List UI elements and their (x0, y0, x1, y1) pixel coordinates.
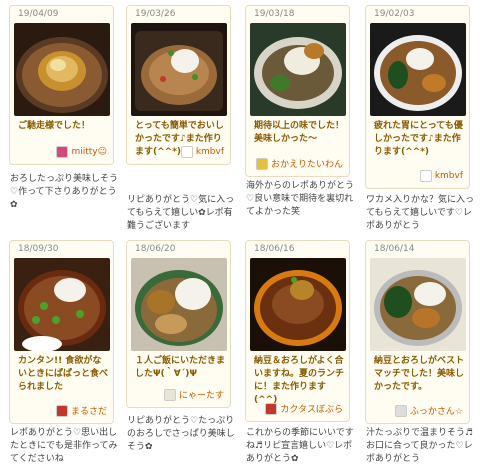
card-date: 19/02/03 (374, 9, 415, 19)
tsukurepo-grid: 19/04/09 ご馳走様でした！ miitty☺ おろしたっぷり美味しそう♡作… (0, 0, 480, 465)
dish-photo[interactable] (131, 258, 227, 351)
card-date: 18/06/14 (374, 244, 415, 254)
author-reply: レポありがとう♡思い出したときにでも是非作ってみてくださいね (10, 428, 118, 464)
tsukurepo-card[interactable]: 18/06/14 納豆とおろしがベストマッチでした！美味しかったです。 ふっかさ… (365, 240, 470, 424)
user-avatar-icon (55, 404, 68, 417)
author-link[interactable]: kmbvf (419, 170, 463, 182)
dish-photo[interactable] (370, 258, 466, 351)
dish-photo[interactable] (250, 23, 346, 116)
author-link[interactable]: にゃーたす (163, 388, 224, 401)
author-name: ふっかさん☆ (409, 407, 463, 417)
author-reply: リピありがとう♡たっぷりのおろしでさっぱり美味しそう✿ (127, 416, 235, 452)
card-comment: カンタン!! 食欲がないときにぱぱっと食べられました (18, 356, 109, 392)
author-reply: ワカメ入りかな？気に入ってもらえて嬉しいです♡レポありがとう (366, 195, 475, 231)
author-reply: リピありがとう♡気に入ってもらえて嬉しい✿レポ有難うございます (127, 195, 235, 231)
user-avatar-icon (163, 388, 176, 401)
author-link[interactable]: カクタスぼぶら (265, 402, 343, 415)
author-name: kmbvf (195, 147, 224, 157)
author-name: にゃーたす (178, 391, 224, 401)
card-date: 19/03/26 (135, 9, 176, 19)
author-link[interactable]: まるさだ (55, 404, 107, 417)
card-comment: 納豆＆おろしがよく合いますね。夏のランチに！また作ります(^^) (254, 356, 345, 405)
author-link[interactable]: kmbvf (180, 146, 224, 158)
user-avatar-icon (394, 404, 407, 417)
author-name: まるさだ (70, 407, 107, 417)
dish-photo[interactable] (131, 23, 227, 116)
user-avatar-icon (419, 170, 432, 182)
card-comment: １人ご飯にいただきましたΨ(｀∀´)Ψ (135, 356, 226, 379)
card-comment: ご馳走様でした！ (18, 121, 91, 131)
author-reply: 海外からのレポありがとう♡良い意味で期待を裏切れてよかった笑 (246, 181, 355, 217)
user-avatar-icon (265, 402, 278, 415)
author-link[interactable]: miitty☺ (56, 146, 107, 158)
dish-photo[interactable] (250, 258, 346, 351)
author-name: kmbvf (434, 171, 463, 181)
tsukurepo-card[interactable]: 19/04/09 ご馳走様でした！ miitty☺ (9, 5, 114, 165)
user-avatar-icon (180, 146, 193, 158)
card-comment: 期待以上の味でした！美味しかった〜 (254, 121, 345, 144)
tsukurepo-card[interactable]: 18/06/16 納豆＆おろしがよく合いますね。夏のランチに！また作ります(^^… (245, 240, 350, 422)
card-date: 18/06/20 (135, 244, 176, 254)
author-reply: おろしたっぷり美味しそう♡作って下さりありがとう✿ (10, 174, 119, 210)
author-name: miitty☺ (71, 147, 107, 157)
tsukurepo-card[interactable]: 18/06/20 １人ご飯にいただきましたΨ(｀∀´)Ψ にゃーたす (126, 240, 231, 408)
tsukurepo-card[interactable]: 19/02/03 疲れた胃にとっても優しかったです♪また作ります(^^*) km… (365, 5, 470, 189)
user-avatar-icon (255, 157, 268, 170)
author-link[interactable]: ふっかさん☆ (394, 404, 463, 417)
author-name: おかえりたいわん (270, 160, 343, 170)
card-comment: 疲れた胃にとっても優しかったです♪また作ります(^^*) (374, 121, 463, 157)
author-name: カクタスぼぶら (280, 405, 343, 415)
card-date: 19/04/09 (18, 9, 59, 19)
author-reply: これからの季節にいいですね♬リピ宣言嬉しい♡レポありがとう✿ (246, 428, 354, 464)
author-reply: 汁たっぷりで温まりそう♬お口に合って良かった♡レポありがとう (366, 428, 474, 464)
dish-photo[interactable] (370, 23, 466, 116)
card-date: 18/06/16 (254, 244, 295, 254)
tsukurepo-card[interactable]: 19/03/18 期待以上の味でした！美味しかった〜 おかえりたいわん (245, 5, 350, 177)
dish-photo[interactable] (14, 23, 110, 116)
tsukurepo-card[interactable]: 19/03/26 とっても簡単でおいしかったです♪また作ります(^^*) kmb… (126, 5, 231, 165)
card-date: 18/09/30 (18, 244, 59, 254)
tsukurepo-card[interactable]: 18/09/30 カンタン!! 食欲がないときにぱぱっと食べられました まるさだ (9, 240, 114, 424)
user-avatar-icon (56, 146, 69, 158)
author-link[interactable]: おかえりたいわん (255, 157, 343, 170)
card-date: 19/03/18 (254, 9, 295, 19)
dish-photo[interactable] (14, 258, 110, 351)
card-comment: 納豆とおろしがベストマッチでした！美味しかったです。 (374, 356, 465, 392)
